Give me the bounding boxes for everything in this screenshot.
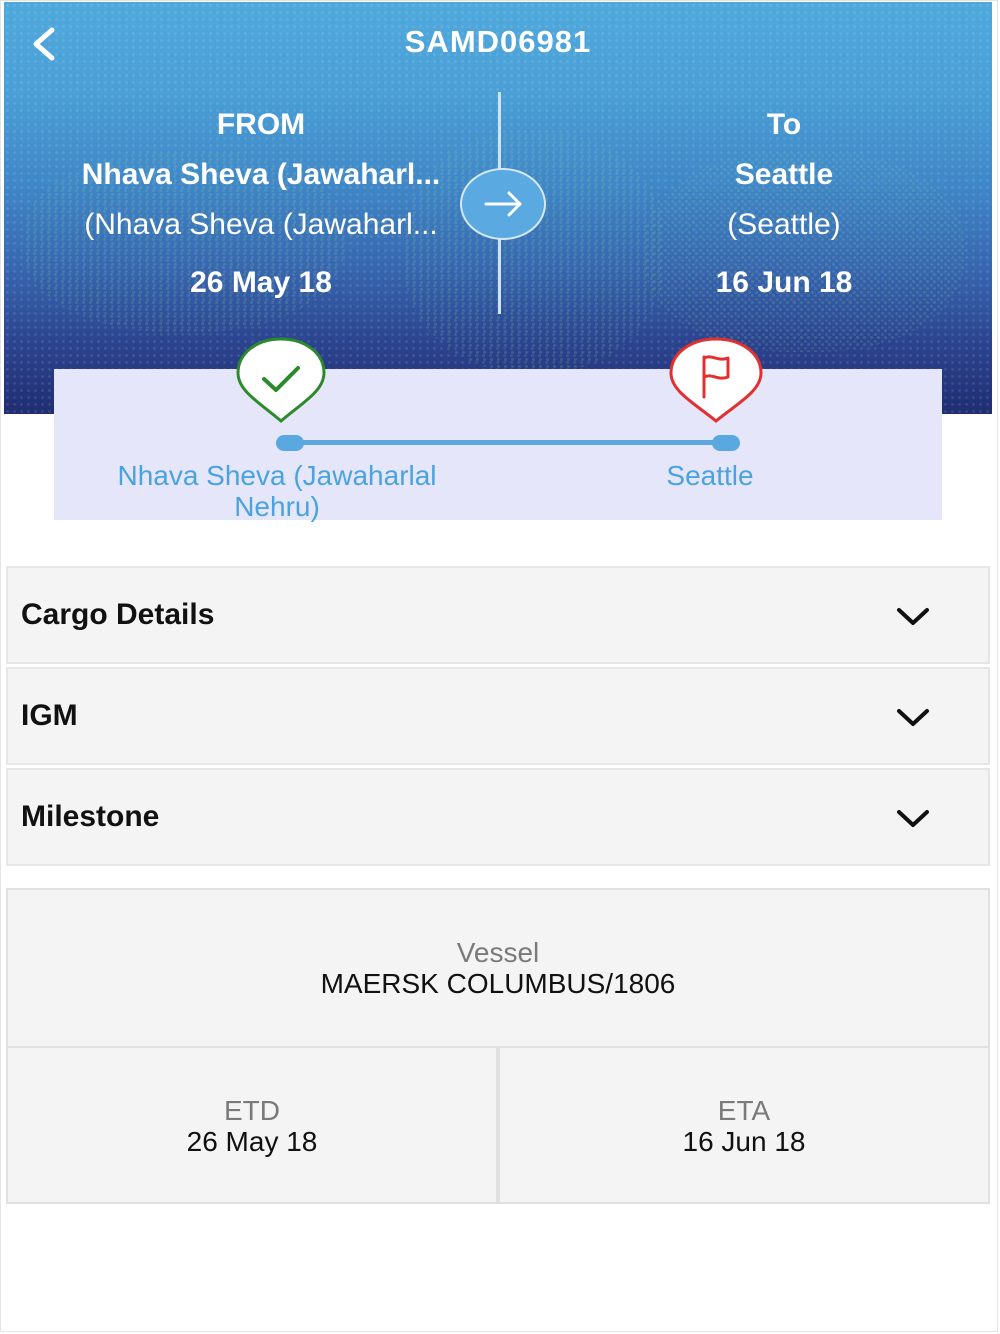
- vessel-value: MAERSK COLUMBUS/1806: [320, 968, 676, 999]
- igm-section[interactable]: IGM: [6, 667, 990, 765]
- origin-column: FROM Nhava Sheva (Jawaharl... (Nhava She…: [22, 106, 500, 302]
- origin-dot: [276, 435, 304, 451]
- section-title: Milestone: [21, 800, 160, 833]
- etd-box: ETD 26 May 18: [6, 1046, 498, 1204]
- from-label: FROM: [216, 108, 306, 141]
- shipment-header: SAMD06981 FROM Nhava Sheva (Jawaharl... …: [4, 2, 992, 414]
- etd-value: 26 May 18: [186, 1126, 318, 1157]
- shipment-number: SAMD06981: [404, 24, 592, 59]
- check-pin-icon: [236, 337, 326, 423]
- arrival-date: 16 Jun 18: [715, 266, 853, 299]
- cargo-details-section[interactable]: Cargo Details: [6, 566, 990, 664]
- vessel-box: Vessel MAERSK COLUMBUS/1806: [6, 888, 990, 1048]
- chevron-down-icon: [897, 810, 929, 827]
- departure-date: 26 May 18: [190, 266, 332, 299]
- destination-route-label: Seattle: [666, 460, 754, 491]
- eta-label: ETA: [717, 1095, 771, 1126]
- chevron-down-icon: [897, 608, 929, 625]
- section-title: Cargo Details: [21, 598, 215, 631]
- origin-port: (Nhava Sheva (Jawaharl...: [84, 208, 438, 241]
- origin-city: Nhava Sheva (Jawaharl...: [81, 158, 441, 191]
- chevron-down-icon: [897, 709, 929, 726]
- origin-route-label: Nhava Sheva (Jawaharlal Nehru): [117, 460, 437, 522]
- section-title: IGM: [21, 699, 78, 732]
- direction-badge: [460, 168, 546, 240]
- milestone-section[interactable]: Milestone: [6, 768, 990, 866]
- flag-pin-icon: [669, 337, 763, 423]
- vessel-label: Vessel: [456, 937, 540, 968]
- to-label: To: [766, 108, 802, 141]
- destination-dot: [712, 435, 740, 451]
- eta-value: 16 Jun 18: [682, 1126, 806, 1157]
- etd-label: ETD: [224, 1095, 280, 1126]
- eta-box: ETA 16 Jun 18: [498, 1046, 990, 1204]
- route-line: [290, 440, 728, 445]
- destination-port: (Seattle): [727, 208, 841, 241]
- destination-city: Seattle: [734, 158, 834, 191]
- arrow-right-icon: [484, 191, 522, 217]
- destination-column: To Seattle (Seattle) 16 Jun 18: [564, 106, 992, 302]
